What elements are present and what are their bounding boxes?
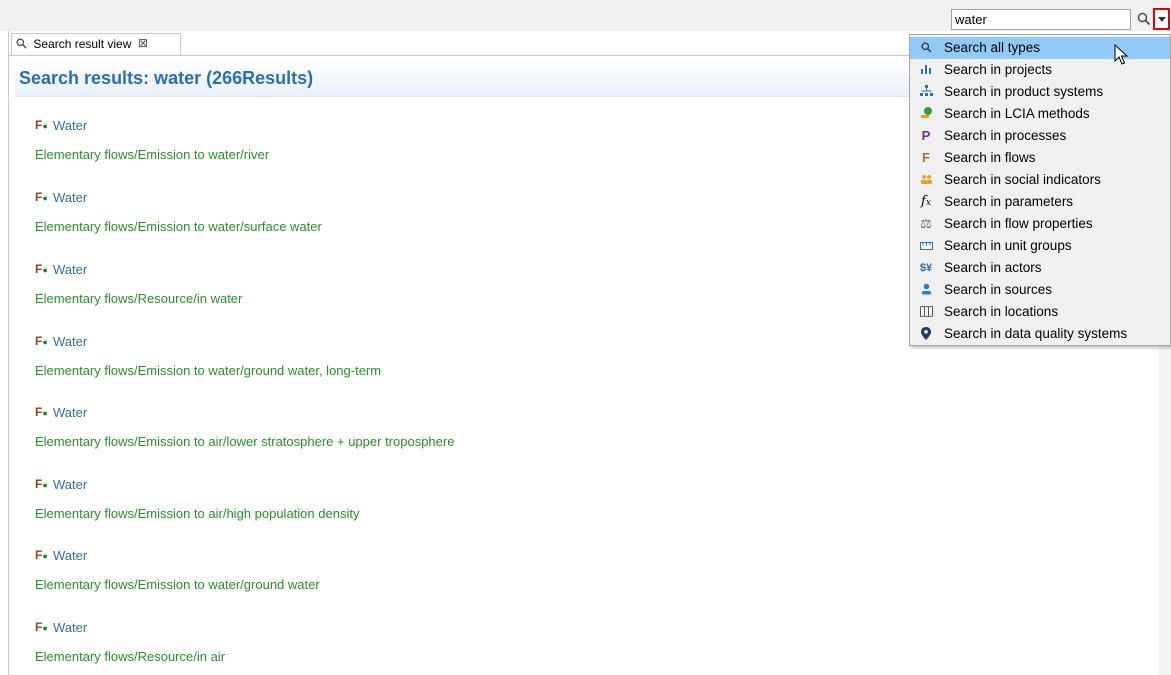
list-item: F● Water Elementary flows/Emission to wat… (35, 190, 322, 234)
search-icon[interactable] (1137, 12, 1151, 26)
result-category-path[interactable]: Elementary flows/Emission to air/lower s… (35, 434, 454, 449)
list-item: F● Water Elementary flows/Resource/in wat… (35, 262, 242, 306)
flow-properties-icon: ⚖ (920, 216, 932, 231)
parameters-icon: fx (921, 194, 931, 209)
result-name-link[interactable]: Water (53, 334, 87, 349)
actors-icon: $¥ (919, 262, 933, 274)
processes-icon: P (921, 128, 931, 143)
menu-item-search-sources[interactable]: Search in sources (910, 279, 1170, 301)
menu-item-label: Search in LCIA methods (944, 106, 1090, 121)
list-item: F● Water Elementary flows/Emission to air… (35, 477, 359, 521)
menu-item-search-data-quality-systems[interactable]: Search in data quality systems (910, 323, 1170, 345)
menu-item-search-social-indicators[interactable]: Search in social indicators (910, 169, 1170, 191)
menu-item-label: Search in processes (944, 128, 1067, 143)
result-name-link[interactable]: Water (53, 548, 87, 563)
list-item: F● Water Elementary flows/Emission to wat… (35, 548, 320, 592)
result-name-link[interactable]: Water (53, 190, 87, 205)
projects-icon (918, 59, 934, 81)
menu-item-search-actors[interactable]: $¥ Search in actors (910, 257, 1170, 279)
menu-item-search-product-systems[interactable]: Search in product systems (910, 81, 1170, 103)
flow-icon: F● (35, 118, 48, 132)
result-name-link[interactable]: Water (53, 118, 87, 133)
main-toolbar: water (0, 0, 1171, 31)
menu-item-search-all-types[interactable]: Search all types (910, 37, 1170, 59)
list-item: F● Water Elementary flows/Emission to wat… (35, 118, 269, 162)
result-category-path[interactable]: Elementary flows/Emission to water/river (35, 147, 269, 162)
menu-item-search-flow-properties[interactable]: ⚖ Search in flow properties (910, 213, 1170, 235)
flow-icon: F● (35, 548, 48, 562)
chevron-down-icon (1158, 17, 1166, 22)
menu-item-label: Search all types (944, 40, 1041, 55)
search-type-dropdown-button[interactable] (1153, 8, 1170, 30)
flow-icon: F● (35, 405, 48, 419)
menu-item-label: Search in parameters (944, 194, 1074, 209)
menu-item-label: Search in projects (944, 62, 1053, 77)
mouse-cursor-icon (1114, 43, 1130, 66)
menu-item-search-locations[interactable]: Search in locations (910, 301, 1170, 323)
flow-icon: F● (35, 262, 48, 276)
list-item: F● Water Elementary flows/Emission to wat… (35, 334, 381, 378)
menu-item-label: Search in flows (944, 150, 1036, 165)
menu-item-label: Search in unit groups (944, 238, 1072, 253)
search-icon (918, 37, 934, 59)
result-category-path[interactable]: Elementary flows/Emission to air/high po… (35, 506, 359, 521)
result-category-path[interactable]: Elementary flows/Resource/in water (35, 291, 242, 306)
menu-item-search-projects[interactable]: Search in projects (910, 59, 1170, 81)
menu-item-label: Search in social indicators (944, 172, 1101, 187)
menu-item-label: Search in sources (944, 282, 1053, 297)
close-icon[interactable]: ⊠ (138, 36, 148, 50)
tab-label: Search result view (33, 37, 132, 51)
menu-item-label: Search in locations (944, 304, 1059, 319)
menu-item-label: Search in actors (944, 260, 1042, 275)
result-name-link[interactable]: Water (53, 405, 87, 420)
page-title: Search results: water (266Results) (19, 68, 314, 88)
sources-icon (918, 279, 934, 301)
list-item: F● Water Elementary flows/Emission to air… (35, 405, 454, 449)
data-quality-systems-icon (918, 323, 934, 345)
result-category-path[interactable]: Elementary flows/Resource/in air (35, 649, 225, 664)
search-icon (16, 38, 28, 52)
flow-icon: F● (35, 477, 48, 491)
product-systems-icon (918, 81, 934, 103)
result-name-link[interactable]: Water (53, 262, 87, 277)
search-type-menu: Search all types Search in projects Sear… (909, 34, 1171, 346)
menu-item-search-parameters[interactable]: fx Search in parameters (910, 191, 1170, 213)
flows-icon: F (922, 150, 930, 165)
list-item: F● Water Elementary flows/Resource/in air (35, 620, 225, 664)
flow-icon: F● (35, 190, 48, 204)
flow-icon: F● (35, 620, 48, 634)
menu-item-label: Search in flow properties (944, 216, 1093, 231)
result-name-link[interactable]: Water (53, 620, 87, 635)
menu-item-label: Search in data quality systems (944, 326, 1128, 341)
flow-icon: F● (35, 334, 48, 348)
menu-item-search-unit-groups[interactable]: Search in unit groups (910, 235, 1170, 257)
locations-icon (918, 301, 934, 323)
result-category-path[interactable]: Elementary flows/Emission to water/groun… (35, 363, 381, 378)
result-category-path[interactable]: Elementary flows/Emission to water/surfa… (35, 219, 322, 234)
unit-groups-icon (918, 235, 934, 257)
search-input[interactable]: water (951, 9, 1131, 30)
tab-search-result-view[interactable]: Search result view ⊠ (11, 33, 181, 55)
menu-item-search-flows[interactable]: F Search in flows (910, 147, 1170, 169)
lcia-methods-icon (918, 103, 934, 125)
menu-item-label: Search in product systems (944, 84, 1104, 99)
menu-item-search-processes[interactable]: P Search in processes (910, 125, 1170, 147)
result-name-link[interactable]: Water (53, 477, 87, 492)
menu-item-search-lcia-methods[interactable]: Search in LCIA methods (910, 103, 1170, 125)
social-indicators-icon (918, 169, 934, 191)
result-category-path[interactable]: Elementary flows/Emission to water/groun… (35, 577, 320, 592)
